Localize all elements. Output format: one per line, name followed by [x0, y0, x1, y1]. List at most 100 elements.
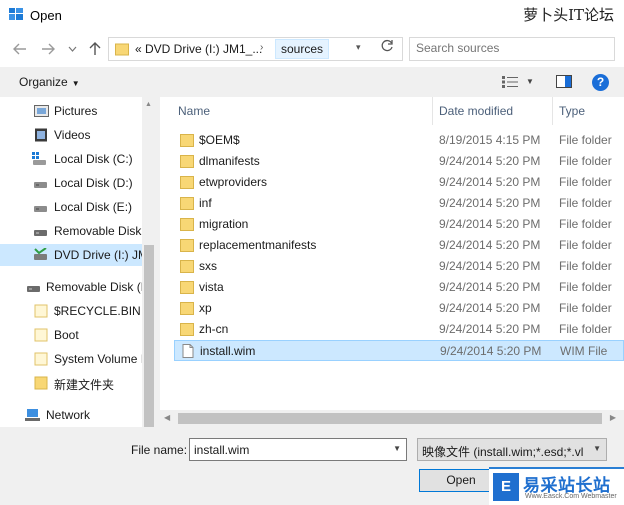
- file-type: File folder: [559, 301, 612, 315]
- file-type: File folder: [559, 322, 612, 336]
- column-header-name[interactable]: Name: [178, 97, 210, 125]
- nav-item-new-folder[interactable]: 新建文件夹: [0, 372, 142, 394]
- nav-item-pictures[interactable]: Pictures: [0, 100, 142, 122]
- file-row[interactable]: xp 9/24/2014 5:20 PM File folder: [174, 298, 624, 319]
- breadcrumb-current[interactable]: sources: [275, 39, 330, 59]
- breadcrumb-separator-icon[interactable]: ›: [260, 42, 263, 53]
- file-row[interactable]: inf 9/24/2014 5:20 PM File folder: [174, 193, 624, 214]
- chevron-down-icon[interactable]: ▼: [593, 444, 601, 453]
- address-dropdown-icon[interactable]: ▾: [356, 42, 361, 53]
- nav-item-system-volume[interactable]: System Volume I: [0, 348, 142, 370]
- removable-drive-icon: [27, 286, 40, 292]
- title-bar: Open 萝卜头IT论坛 bbs.luobotou.org: [0, 0, 624, 46]
- nav-item-removable-disk[interactable]: Removable Disk: [0, 220, 142, 242]
- search-box[interactable]: [409, 37, 615, 61]
- nav-item-local-disk-e[interactable]: Local Disk (E:): [0, 196, 142, 218]
- file-date: 9/24/2014 5:20 PM: [439, 322, 541, 336]
- nav-item-label: Videos: [54, 128, 91, 142]
- column-divider[interactable]: [432, 97, 433, 125]
- file-row[interactable]: zh-cn 9/24/2014 5:20 PM File folder: [174, 319, 624, 340]
- file-name-input[interactable]: install.wim ▼: [189, 438, 407, 461]
- file-type-select[interactable]: 映像文件 (install.wim;*.esd;*.vl ▼: [417, 438, 607, 461]
- address-bar[interactable]: « DVD Drive (I:) JM1_... › sources ▾: [108, 37, 403, 61]
- file-row[interactable]: sxs 9/24/2014 5:20 PM File folder: [174, 256, 624, 277]
- file-row[interactable]: vista 9/24/2014 5:20 PM File folder: [174, 277, 624, 298]
- folder-icon: [180, 176, 194, 189]
- command-bar: Organize ▼ ▼ ?: [0, 67, 624, 97]
- file-type-value: 映像文件 (install.wim;*.esd;*.vl: [422, 445, 584, 459]
- folder-icon: [180, 134, 194, 147]
- organize-label: Organize: [19, 75, 68, 89]
- file-list[interactable]: Name Date modified Type $OEM$ 8/19/2015 …: [160, 97, 624, 427]
- file-row[interactable]: replacementmanifests 9/24/2014 5:20 PM F…: [174, 235, 624, 256]
- column-divider[interactable]: [552, 97, 553, 125]
- nav-item-label: Local Disk (C:): [54, 152, 133, 166]
- scroll-up-icon[interactable]: ▲: [145, 101, 152, 108]
- file-date: 9/24/2014 5:20 PM: [439, 154, 541, 168]
- chevron-down-icon[interactable]: ▼: [393, 444, 401, 453]
- folder-icon: [180, 197, 194, 210]
- file-row[interactable]: migration 9/24/2014 5:20 PM File folder: [174, 214, 624, 235]
- navigation-bar: « DVD Drive (I:) JM1_... › sources ▾: [0, 31, 624, 67]
- arrow-left-icon: [13, 43, 26, 55]
- system-drive-icon: [32, 152, 46, 165]
- scrollbar-thumb[interactable]: [144, 245, 154, 427]
- folder-icon: [180, 281, 194, 294]
- file-date: 9/24/2014 5:20 PM: [440, 344, 542, 358]
- back-button[interactable]: [10, 39, 30, 59]
- column-header-date[interactable]: Date modified: [439, 97, 513, 125]
- file-type: File folder: [559, 217, 612, 231]
- nav-item-label: Local Disk (E:): [54, 200, 133, 214]
- recent-locations-button[interactable]: [62, 39, 82, 59]
- nav-pane-scrollbar[interactable]: ▲: [142, 97, 156, 427]
- pictures-icon: [34, 105, 49, 117]
- breadcrumb-parent[interactable]: « DVD Drive (I:) JM1_...: [135, 42, 262, 56]
- search-input[interactable]: [416, 41, 576, 55]
- file-name-label: File name:: [131, 443, 188, 457]
- file-row[interactable]: $OEM$ 8/19/2015 4:15 PM File folder: [174, 130, 624, 151]
- file-date: 9/24/2014 5:20 PM: [439, 196, 541, 210]
- file-type: File folder: [559, 196, 612, 210]
- nav-item-label: Network: [46, 408, 91, 422]
- help-icon[interactable]: ?: [592, 74, 609, 91]
- file-name: migration: [199, 217, 249, 231]
- navigation-pane[interactable]: Pictures Videos Local Disk (C:) Local Di…: [0, 97, 156, 427]
- file-type: File folder: [559, 133, 612, 147]
- horizontal-scrollbar[interactable]: ◀ ▶: [160, 410, 624, 427]
- up-button[interactable]: [85, 39, 105, 59]
- file-row[interactable]: etwproviders 9/24/2014 5:20 PM File fold…: [174, 172, 624, 193]
- file-name: etwproviders: [199, 175, 268, 189]
- view-options-icon[interactable]: [502, 76, 518, 88]
- nav-item-videos[interactable]: Videos: [0, 124, 142, 146]
- nav-item-local-disk-d[interactable]: Local Disk (D:): [0, 172, 142, 194]
- file-date: 8/19/2015 4:15 PM: [439, 133, 541, 147]
- nav-item-recycle-bin[interactable]: $RECYCLE.BIN: [0, 300, 142, 322]
- nav-item-removable-disk-f[interactable]: Removable Disk (F: [0, 276, 142, 298]
- site-logo-icon: E: [493, 473, 519, 501]
- nav-item-label: Removable Disk (F: [46, 280, 142, 294]
- nav-item-boot[interactable]: Boot: [0, 324, 142, 346]
- badge-subtitle: Www.Easck.Com Webmaster: [525, 493, 617, 500]
- view-dropdown-icon[interactable]: ▼: [526, 77, 534, 86]
- file-row[interactable]: dlmanifests 9/24/2014 5:20 PM File folde…: [174, 151, 624, 172]
- nav-item-label: $RECYCLE.BIN: [54, 304, 141, 318]
- drive-icon: [34, 206, 47, 212]
- forward-button[interactable]: [38, 39, 58, 59]
- nav-item-dvd-drive[interactable]: DVD Drive (I:) JM: [0, 244, 142, 266]
- folder-icon: [180, 260, 194, 273]
- file-type: File folder: [559, 259, 612, 273]
- refresh-icon[interactable]: [380, 39, 394, 53]
- file-date: 9/24/2014 5:20 PM: [439, 175, 541, 189]
- file-name: $OEM$: [199, 133, 240, 147]
- nav-item-local-disk-c[interactable]: Local Disk (C:): [0, 148, 142, 170]
- preview-pane-icon[interactable]: [556, 75, 572, 88]
- organize-button[interactable]: Organize ▼: [19, 75, 80, 89]
- scrollbar-thumb[interactable]: [178, 413, 602, 424]
- scroll-left-icon[interactable]: ◀: [164, 413, 170, 422]
- column-header-type[interactable]: Type: [559, 97, 585, 125]
- folder-icon: [115, 43, 129, 56]
- file-row-selected[interactable]: install.wim 9/24/2014 5:20 PM WIM File: [174, 340, 624, 361]
- folder-icon: [180, 155, 194, 168]
- nav-item-network[interactable]: Network: [0, 404, 142, 426]
- scroll-right-icon[interactable]: ▶: [610, 413, 616, 422]
